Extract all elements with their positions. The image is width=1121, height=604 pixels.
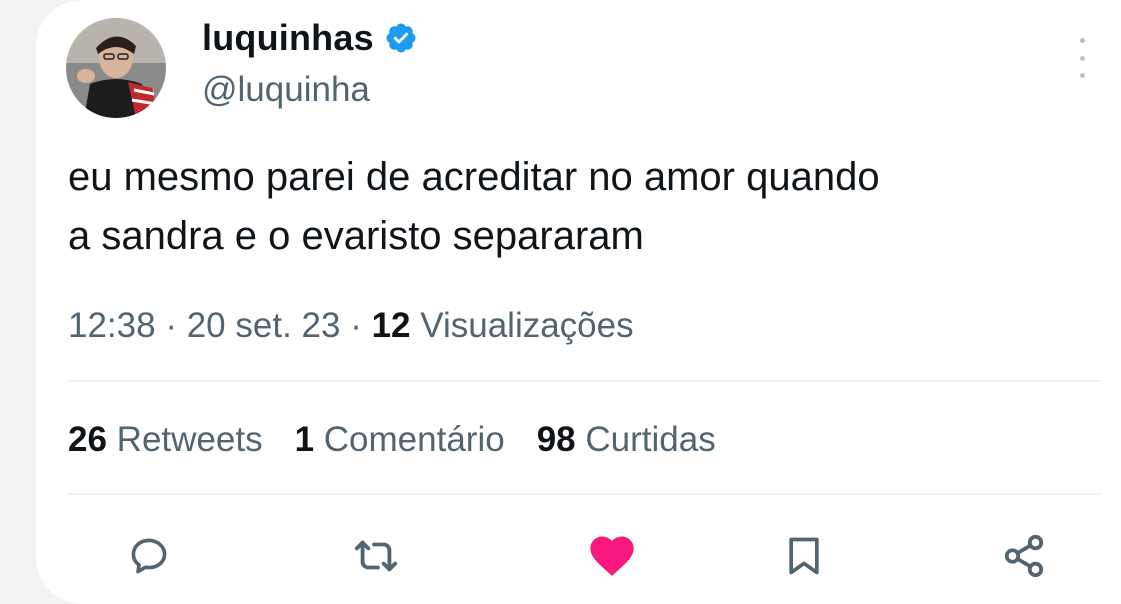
reply-icon [131,538,167,574]
retweets-stat[interactable]: 26 Retweets [68,420,263,460]
avatar-image [66,18,166,118]
tweet-time[interactable]: 12:38 [68,306,156,345]
retweets-count: 26 [68,420,107,459]
likes-label: Curtidas [585,420,716,459]
share-button[interactable] [994,526,1054,586]
engagement-stats: 26 Retweets 1 Comentário 98 Curtidas [68,420,716,460]
more-options-icon[interactable] [1072,38,1092,78]
reply-button[interactable] [119,526,179,586]
likes-count: 98 [536,420,576,459]
retweets-label: Retweets [116,420,263,459]
tweet-meta: 12:38 · 20 set. 23 · 12 Visualizações [68,306,634,346]
bookmark-button[interactable] [774,526,834,586]
comments-count: 1 [294,420,315,459]
author-display-name[interactable]: luquinhas [202,17,374,59]
author-handle[interactable]: @luquinha [202,70,370,110]
like-button[interactable] [582,526,642,586]
author-avatar[interactable] [66,18,166,118]
divider [68,493,1102,495]
tweet-text-line: eu mesmo parei de acreditar no amor quan… [68,155,880,199]
divider [68,380,1102,382]
retweet-button[interactable] [346,526,406,586]
tweet-card: luquinhas @luquinha eu mesmo parei de ac… [36,0,1121,604]
tweet-text-line: a sandra e o evaristo separaram [68,214,644,258]
author-name-row[interactable]: luquinhas [202,17,418,59]
comments-label: Comentário [323,420,505,459]
heart-icon [590,536,634,576]
views-label: Visualizações [420,306,634,345]
retweet-icon [354,540,398,572]
comments-stat[interactable]: 1 Comentário [295,420,505,460]
bookmark-icon [789,537,819,575]
tweet-text: eu mesmo parei de acreditar no amor quan… [68,148,1098,266]
verified-badge-icon [384,21,418,55]
meta-separator: · [350,306,362,345]
share-icon [1004,534,1044,578]
tweet-date[interactable]: 20 set. 23 [187,306,341,345]
action-bar [36,526,1121,586]
likes-stat[interactable]: 98 Curtidas [537,420,716,460]
meta-separator: · [165,306,177,345]
views-count: 12 [371,306,411,345]
